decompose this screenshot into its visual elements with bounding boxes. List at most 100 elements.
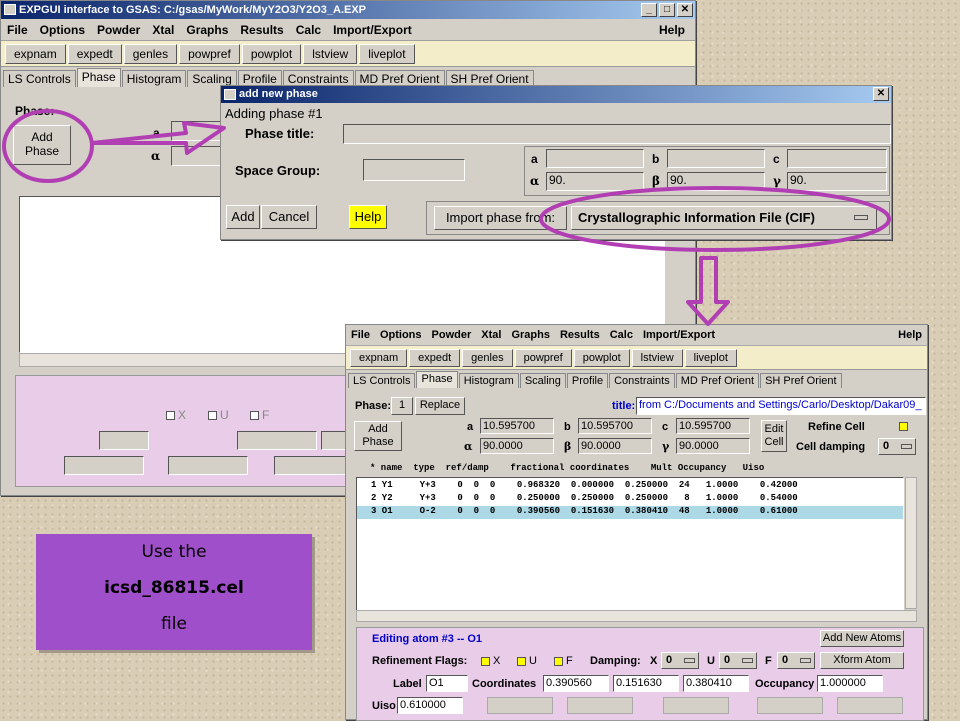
blank-field[interactable] <box>99 431 149 450</box>
import-phase-button[interactable]: Import phase from: <box>434 206 567 230</box>
edit-cell-button[interactable]: Edit Cell <box>761 420 787 452</box>
atom-list-hscrollbar[interactable] <box>356 610 917 622</box>
menu-calc[interactable]: Calc <box>605 329 638 341</box>
flag-u[interactable]: U <box>208 408 229 422</box>
tab-profile[interactable]: Profile <box>566 373 609 388</box>
cell-beta-value[interactable]: 90.0000 <box>578 438 652 454</box>
dlg-b-input[interactable] <box>667 149 765 168</box>
tab-md-pref-orient[interactable]: MD Pref Orient <box>675 373 760 388</box>
occupancy-input[interactable]: 1.000000 <box>817 675 883 692</box>
atom-row[interactable]: 2 Y2 Y+3 0 0 0 0.250000 0.250000 0.25000… <box>357 493 903 506</box>
tab-ls-controls[interactable]: LS Controls <box>348 373 416 388</box>
tab-histogram[interactable]: Histogram <box>458 373 519 388</box>
dialog-cancel-button[interactable]: Cancel <box>261 205 317 229</box>
menu-import-export[interactable]: Import/Export <box>327 23 418 37</box>
blank-field[interactable] <box>274 456 354 475</box>
blank-field[interactable] <box>237 431 317 450</box>
dialog-help-button[interactable]: Help <box>349 205 387 229</box>
phase-number[interactable]: 1 <box>391 397 413 415</box>
menu-file[interactable]: File <box>1 23 34 37</box>
expedt-button[interactable]: expedt <box>409 348 461 367</box>
menu-import-export[interactable]: Import/Export <box>638 329 720 341</box>
flag-f[interactable]: F <box>554 655 573 667</box>
dialog-close-button[interactable]: ✕ <box>873 87 889 101</box>
title-input[interactable]: from C:/Documents and Settings/Carlo/Des… <box>636 397 926 415</box>
menu-file[interactable]: File <box>346 329 375 341</box>
space-group-input[interactable] <box>363 159 465 181</box>
damp-f-menu[interactable]: 0 <box>777 652 815 669</box>
atom-row[interactable]: 1 Y1 Y+3 0 0 0 0.968320 0.000000 0.25000… <box>357 480 903 493</box>
lstview-button[interactable]: lstview <box>303 43 358 64</box>
cell-damping-menu[interactable]: 0 <box>878 438 916 455</box>
flag-x-checkbox[interactable] <box>481 656 490 666</box>
tab-ls-controls[interactable]: LS Controls <box>3 70 76 87</box>
atom-row-selected[interactable]: 3 O1 O-2 0 0 0 0.390560 0.151630 0.38041… <box>357 506 903 519</box>
tab-phase[interactable]: Phase <box>416 371 458 388</box>
menu-results[interactable]: Results <box>234 23 289 37</box>
blank-field[interactable] <box>64 456 144 475</box>
menu-help[interactable]: Help <box>898 329 922 341</box>
menu-graphs[interactable]: Graphs <box>506 329 555 341</box>
atom-list-scrollbar[interactable] <box>905 477 917 609</box>
menu-options[interactable]: Options <box>375 329 427 341</box>
menu-xtal[interactable]: Xtal <box>476 329 506 341</box>
add-phase-button[interactable]: Add Phase <box>354 421 402 451</box>
menu-options[interactable]: Options <box>34 23 91 37</box>
blank-field[interactable] <box>168 456 248 475</box>
flag-u[interactable]: U <box>517 655 537 667</box>
menu-help[interactable]: Help <box>653 23 691 37</box>
menu-powder[interactable]: Powder <box>427 329 477 341</box>
refine-cell-checkbox[interactable] <box>899 422 908 431</box>
replace-button[interactable]: Replace <box>415 397 465 415</box>
coord-x-input[interactable]: 0.390560 <box>543 675 609 692</box>
cell-a-value[interactable]: 10.595700 <box>480 418 554 434</box>
cell-gamma-value[interactable]: 90.0000 <box>676 438 750 454</box>
flag-x[interactable]: X <box>166 408 186 422</box>
dlg-alpha-input[interactable]: 90. <box>546 172 644 191</box>
import-format-menu[interactable]: Crystallographic Information File (CIF) <box>571 206 877 230</box>
damp-x-menu[interactable]: 0 <box>661 652 699 669</box>
flag-u-checkbox[interactable] <box>517 656 526 666</box>
tab-scaling[interactable]: Scaling <box>519 373 566 388</box>
menu-results[interactable]: Results <box>555 329 605 341</box>
add-phase-button[interactable]: Add Phase <box>13 125 71 165</box>
tab-constraints[interactable]: Constraints <box>609 373 675 388</box>
minimize-button[interactable]: _ <box>641 3 657 17</box>
flag-x-checkbox[interactable] <box>166 411 175 421</box>
menu-graphs[interactable]: Graphs <box>180 23 234 37</box>
lstview-button[interactable]: lstview <box>631 348 683 367</box>
expedt-button[interactable]: expedt <box>67 43 122 64</box>
coord-y-input[interactable]: 0.151630 <box>613 675 679 692</box>
atom-label-input[interactable]: O1 <box>426 675 468 692</box>
genles-button[interactable]: genles <box>123 43 178 64</box>
dlg-c-input[interactable] <box>787 149 887 168</box>
uiso-input[interactable]: 0.610000 <box>397 697 463 714</box>
cell-b-value[interactable]: 10.595700 <box>578 418 652 434</box>
flag-f-checkbox[interactable] <box>554 656 563 666</box>
flag-x[interactable]: X <box>481 655 500 667</box>
flag-f[interactable]: F <box>250 408 269 422</box>
dlg-a-input[interactable] <box>546 149 644 168</box>
phase-title-input[interactable] <box>343 124 891 144</box>
dlg-gamma-input[interactable]: 90. <box>787 172 887 191</box>
menu-xtal[interactable]: Xtal <box>146 23 180 37</box>
tab-histogram[interactable]: Histogram <box>121 70 187 87</box>
coord-z-input[interactable]: 0.380410 <box>683 675 749 692</box>
cell-c-value[interactable]: 10.595700 <box>676 418 750 434</box>
atom-list[interactable]: 1 Y1 Y+3 0 0 0 0.968320 0.000000 0.25000… <box>356 477 904 622</box>
add-new-atoms-button[interactable]: Add New Atoms <box>820 630 904 647</box>
expnam-button[interactable]: expnam <box>350 348 408 367</box>
close-button[interactable]: ✕ <box>677 3 693 17</box>
tab-phase[interactable]: Phase <box>76 68 121 87</box>
tab-sh-pref-orient[interactable]: SH Pref Orient <box>760 373 842 388</box>
dlg-beta-input[interactable]: 90. <box>667 172 765 191</box>
menu-calc[interactable]: Calc <box>290 23 327 37</box>
powplot-button[interactable]: powplot <box>573 348 630 367</box>
cell-alpha-value[interactable]: 90.0000 <box>480 438 554 454</box>
flag-f-checkbox[interactable] <box>250 411 259 421</box>
dialog-add-button[interactable]: Add <box>226 205 260 229</box>
xform-atom-button[interactable]: Xform Atom <box>820 652 904 669</box>
powpref-button[interactable]: powpref <box>179 43 240 64</box>
expnam-button[interactable]: expnam <box>5 43 66 64</box>
powpref-button[interactable]: powpref <box>514 348 572 367</box>
